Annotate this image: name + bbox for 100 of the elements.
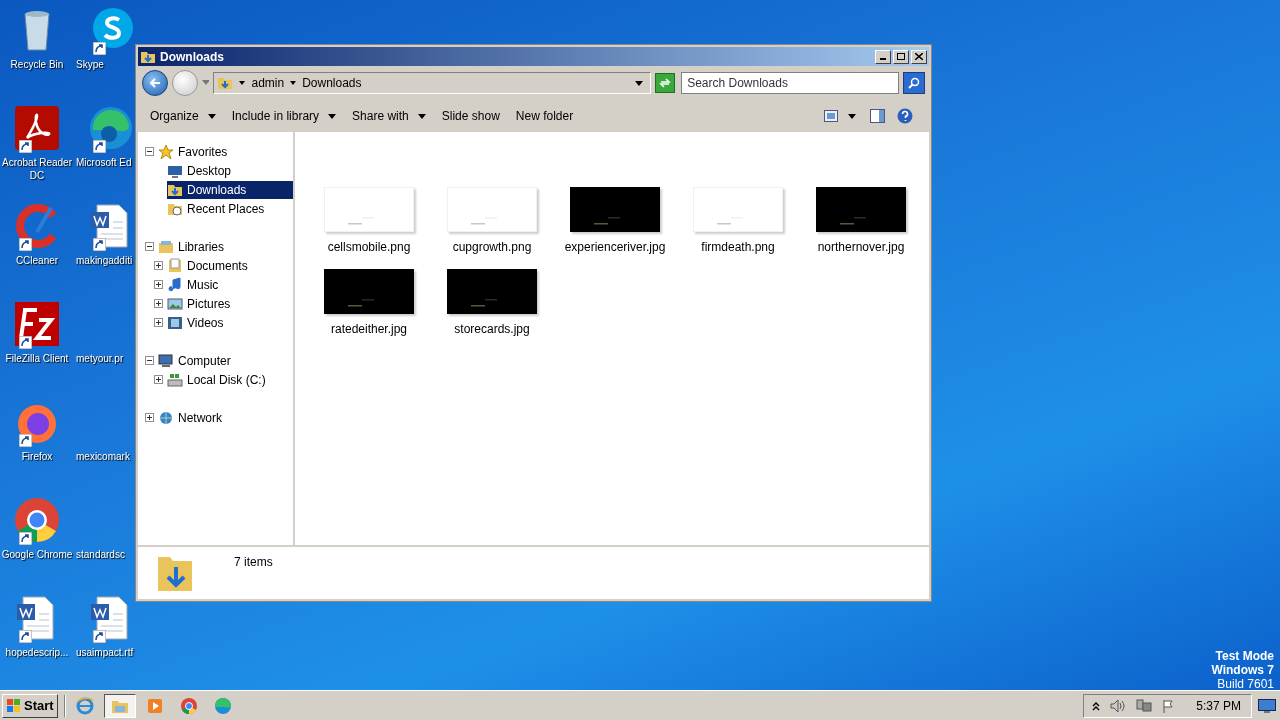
desktop-icon-label[interactable]: usaimpact.rtf: [76, 646, 134, 659]
shortcut-arrow-icon: [19, 434, 32, 447]
speaker-icon[interactable]: [1110, 698, 1127, 713]
file-name[interactable]: cellsmobile.png: [327, 238, 411, 256]
clock[interactable]: 5:37 PM: [1196, 696, 1241, 715]
history-caret-icon[interactable]: [201, 80, 210, 86]
caret-icon: [207, 113, 216, 119]
desktop-icon-label[interactable]: Recycle Bin: [1, 58, 73, 71]
computer-icon: [158, 352, 174, 369]
nav-item[interactable]: Music: [167, 275, 293, 294]
desktop-icon-label[interactable]: FileZilla Client: [1, 352, 73, 365]
desktop-icon-label[interactable]: metyour.pr: [76, 352, 124, 365]
maximize-button[interactable]: [893, 49, 909, 64]
desktop-icon-label[interactable]: Acrobat Reader DC: [1, 156, 73, 182]
nav-item[interactable]: Network: [158, 408, 293, 427]
file-name[interactable]: firmdeath.png: [701, 238, 775, 256]
expand-icon[interactable]: [154, 375, 163, 384]
acrobat-icon: [13, 104, 61, 152]
nav-item[interactable]: Pictures: [167, 294, 293, 313]
view-icon[interactable]: [824, 110, 838, 122]
search-button[interactable]: [903, 72, 925, 94]
collapse-icon[interactable]: [145, 356, 154, 365]
collapse-icon[interactable]: [145, 242, 154, 251]
desktop-icon-label[interactable]: Firefox: [1, 450, 73, 463]
file-name[interactable]: storecards.jpg: [454, 320, 530, 338]
breadcrumb-item[interactable]: admin: [251, 74, 285, 92]
desktop-icon-label[interactable]: mexicomark: [76, 450, 130, 463]
desktop-icon-label[interactable]: standardsc: [76, 548, 125, 561]
expand-icon[interactable]: [154, 280, 163, 289]
toolbar-button[interactable]: Slide show: [433, 104, 508, 128]
desktop-icon-label[interactable]: hopedescrip...: [1, 646, 73, 659]
expand-icon[interactable]: [145, 413, 154, 422]
nav-item[interactable]: Desktop: [167, 161, 293, 180]
caret-icon[interactable]: [848, 113, 856, 119]
preview-pane-icon[interactable]: [870, 109, 885, 123]
expand-icon[interactable]: [154, 299, 163, 308]
maximize-icon: [897, 53, 905, 60]
close-button[interactable]: [911, 49, 927, 64]
toolbar-button[interactable]: New folder: [507, 104, 582, 128]
library-icon: [158, 238, 174, 255]
caret-icon: [328, 113, 337, 119]
nav-item[interactable]: Favorites: [158, 142, 293, 161]
address-bar[interactable]: admin Downloads: [213, 72, 652, 94]
shortcut-arrow-icon: [93, 140, 106, 153]
nav-item[interactable]: Computer: [158, 351, 293, 370]
breadcrumb-item[interactable]: Downloads: [302, 74, 362, 92]
toolbar-button[interactable]: Organize: [142, 104, 224, 128]
chrome-icon: [178, 695, 199, 716]
expand-icon[interactable]: [154, 318, 163, 327]
search-field[interactable]: Search Downloads: [681, 72, 900, 94]
file-name[interactable]: experienceriver.jpg: [564, 238, 666, 256]
minimize-button[interactable]: [875, 49, 891, 64]
network-icon[interactable]: [1136, 698, 1153, 713]
os-notice-text: Build 7601: [1217, 677, 1274, 691]
shortcut-arrow-icon: [19, 238, 32, 251]
film-icon: [167, 314, 183, 331]
expand-icon[interactable]: [154, 261, 163, 270]
chrome-icon: [13, 496, 61, 544]
desktop-icon-label[interactable]: CCleaner: [1, 254, 73, 267]
nav-item[interactable]: Libraries: [158, 237, 293, 256]
shortcut-arrow-icon: [93, 238, 106, 251]
file-name[interactable]: cupgrowth.png: [452, 238, 532, 256]
star-icon: [158, 143, 174, 160]
taskbar-button[interactable]: [103, 693, 136, 718]
pictures-icon: [167, 295, 183, 312]
nav-item[interactable]: Recent Places: [167, 199, 293, 218]
nav-item[interactable]: Local Disk (C:): [167, 370, 293, 389]
collapse-icon[interactable]: [145, 147, 154, 156]
shortcut-arrow-icon: [93, 630, 106, 643]
show-desktop-icon[interactable]: [1258, 698, 1276, 713]
desktop-icon-label[interactable]: Microsoft Ed: [76, 156, 132, 169]
breadcrumb-caret-icon[interactable]: [290, 81, 297, 85]
edge-icon: [87, 104, 135, 152]
shortcut-arrow-icon: [19, 140, 32, 153]
drive-icon: [167, 371, 183, 388]
filezilla-icon: [13, 300, 61, 348]
nav-item[interactable]: Documents: [167, 256, 293, 275]
nav-item[interactable]: Videos: [167, 313, 293, 332]
desktop-icon-label[interactable]: makingadditi: [76, 254, 133, 267]
help-icon[interactable]: [897, 108, 913, 124]
back-button[interactable]: [142, 70, 168, 96]
download-folder-icon: [217, 75, 234, 91]
refresh-icon: [659, 77, 672, 89]
network-icon: [158, 409, 174, 426]
file-name[interactable]: ratedeither.jpg: [330, 320, 408, 338]
desktop-icon-label[interactable]: Skype: [76, 58, 104, 71]
toolbar-button[interactable]: Include in library: [223, 104, 345, 128]
nav-item[interactable]: Downloads: [167, 180, 293, 199]
caret-icon: [417, 113, 426, 119]
chevron-up-icon[interactable]: [1092, 700, 1101, 711]
dropdown-caret-icon[interactable]: [635, 80, 644, 86]
window-title: Downloads: [160, 48, 225, 66]
file-name[interactable]: northernover.jpg: [817, 238, 905, 256]
toolbar-button[interactable]: Share with: [344, 104, 434, 128]
refresh-button[interactable]: [655, 73, 676, 93]
close-icon: [915, 53, 923, 60]
desktop-icon-label[interactable]: Google Chrome: [1, 548, 73, 561]
internet-explorer-icon: [74, 695, 95, 716]
start-button[interactable]: Start: [2, 693, 58, 718]
breadcrumb-caret-icon[interactable]: [239, 81, 246, 85]
